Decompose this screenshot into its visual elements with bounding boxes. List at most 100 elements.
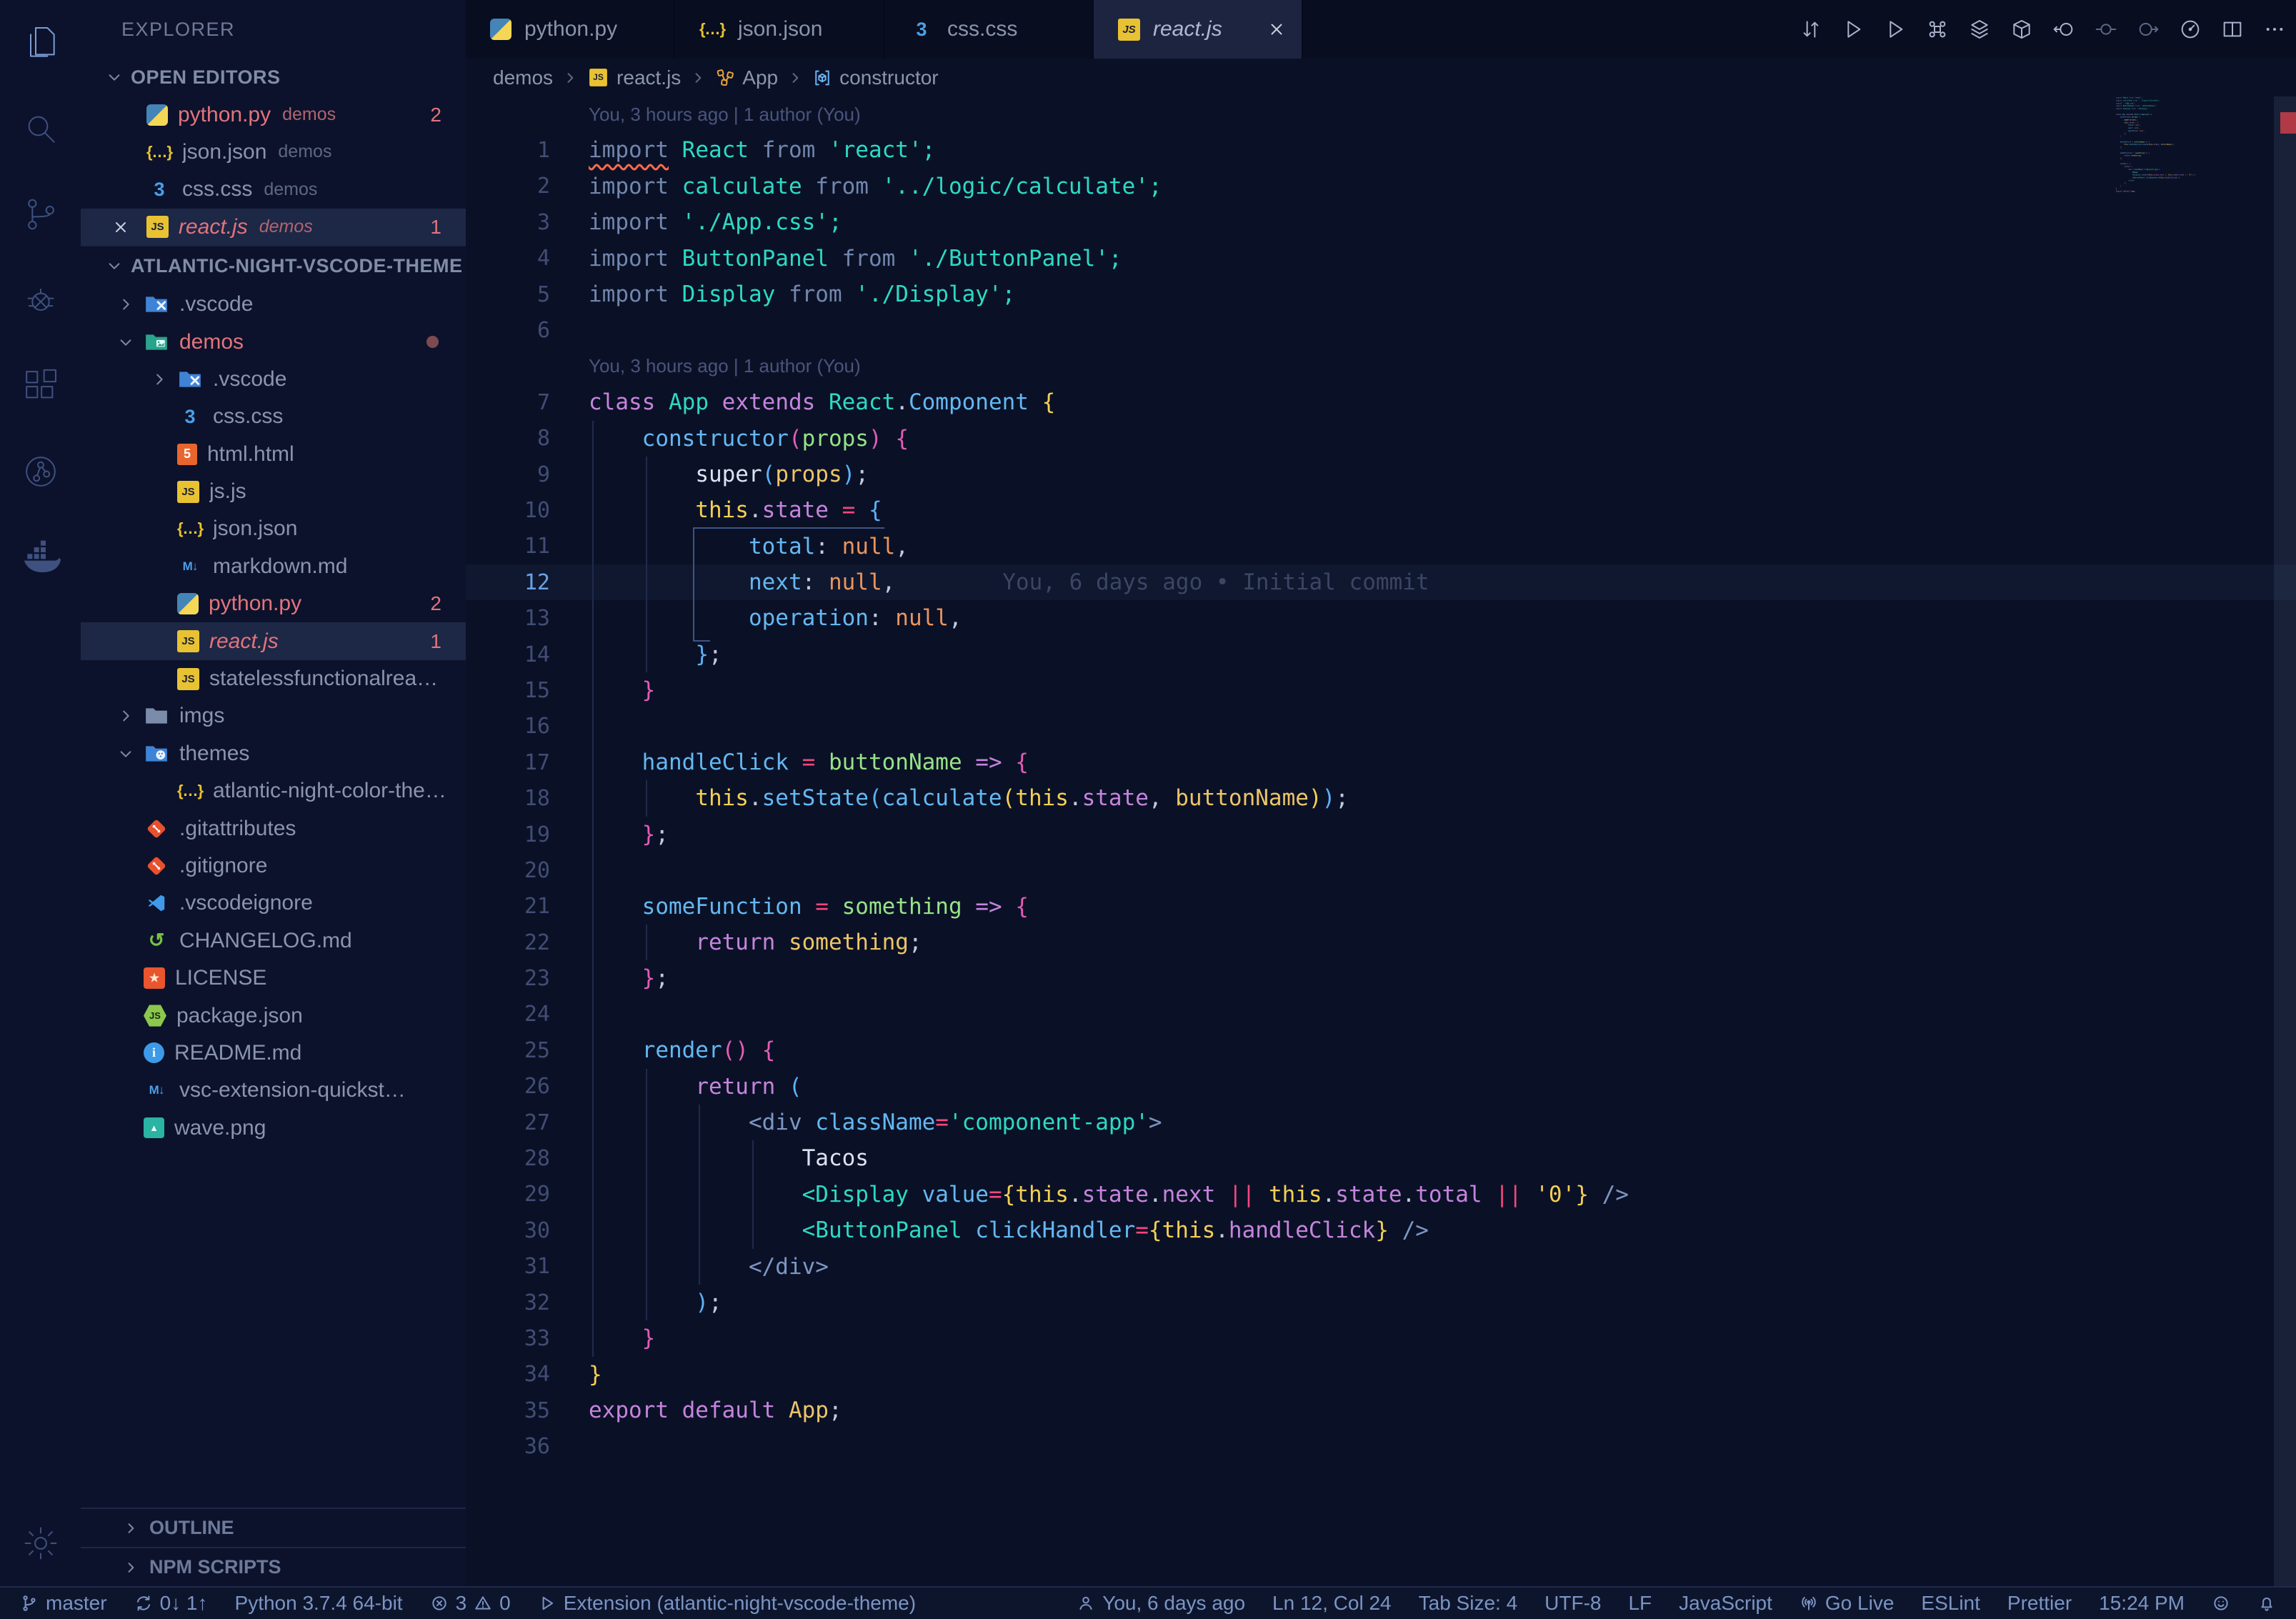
line-number[interactable]: 8 [466,426,550,451]
tree-item-react.js[interactable]: JS react.js 1 [81,622,466,660]
line-number[interactable]: 15 [466,678,550,703]
codelens-text[interactable]: You, 3 hours ago | 1 author (You) [589,104,861,126]
line-number[interactable]: 1 [466,138,550,163]
tab-css.css[interactable]: 3 css.css [884,0,1094,59]
line-number[interactable]: 28 [466,1146,550,1171]
activity-debug-icon[interactable] [0,257,81,343]
status-clock[interactable]: 15:24 PM [2099,1592,2185,1615]
codelens-text[interactable]: You, 3 hours ago | 1 author (You) [589,355,861,377]
status-encoding[interactable]: UTF-8 [1544,1592,1601,1615]
code-editor[interactable]: You, 3 hours ago | 1 author (You) 1 import… [466,96,2296,1586]
status-go-live[interactable]: Go Live [1800,1592,1894,1615]
activity-search-icon[interactable] [0,86,81,171]
panel-outline[interactable]: OUTLINE [81,1508,466,1547]
line-number[interactable]: 26 [466,1074,550,1099]
line-number[interactable]: 13 [466,606,550,631]
command-icon[interactable] [1926,18,1949,41]
line-number[interactable]: 7 [466,390,550,415]
nav-dash-icon[interactable] [2095,18,2117,41]
tree-item-LICENSE[interactable]: ★ LICENSE [81,960,466,997]
nav-back-icon[interactable] [2052,18,2075,41]
tree-item-atlantic-night-color-them...[interactable]: {…} atlantic-night-color-them... [81,772,466,810]
tree-item-themes[interactable]: themes [81,735,466,772]
close-icon[interactable] [1267,20,1286,39]
line-number[interactable]: 32 [466,1290,550,1315]
activity-docker-icon[interactable] [0,514,81,600]
tree-item-js.js[interactable]: JS js.js [81,473,466,510]
activity-remote-icon[interactable] [0,429,81,514]
line-number[interactable]: 21 [466,894,550,919]
open-editor-css.css[interactable]: 3 css.css demos [81,171,466,208]
split-icon[interactable] [2221,18,2244,41]
line-number[interactable]: 31 [466,1254,550,1279]
tree-item-vsc-extension-quickstart.md[interactable]: M↓ vsc-extension-quickstart.md [81,1072,466,1109]
panel-npm-scripts[interactable]: NPM SCRIPTS [81,1547,466,1586]
status-blame[interactable]: You, 6 days ago [1077,1592,1245,1615]
tree-item-package.json[interactable]: JS package.json [81,997,466,1034]
status-eol[interactable]: LF [1628,1592,1652,1615]
line-number[interactable]: 27 [466,1110,550,1135]
tab-json.json[interactable]: {…} json.json [675,0,884,59]
status-git-branch[interactable]: master [20,1592,107,1615]
breadcrumb-App[interactable]: App [715,66,778,89]
line-number[interactable]: 14 [466,642,550,667]
status-sync-changes[interactable]: 0↓ 1↑ [134,1592,208,1615]
tree-item-.vscode[interactable]: .vscode [81,361,466,398]
status-debug-target[interactable]: Extension (atlantic-night-vscode-theme) [538,1592,916,1615]
line-number[interactable]: 9 [466,462,550,487]
line-number[interactable]: 33 [466,1326,550,1351]
gauge-icon[interactable] [2179,18,2202,41]
tree-item-css.css[interactable]: 3 css.css [81,398,466,435]
line-number[interactable]: 22 [466,930,550,955]
run-icon[interactable] [1842,18,1865,41]
swap-icon[interactable] [1800,18,1822,41]
status-feedback[interactable] [2212,1594,2230,1613]
tree-item-html.html[interactable]: 5 html.html [81,436,466,473]
package-icon[interactable] [2010,18,2033,41]
line-number[interactable]: 3 [466,210,550,235]
line-number[interactable]: 17 [466,750,550,775]
line-number[interactable]: 18 [466,786,550,811]
tab-python.py[interactable]: python.py [466,0,675,59]
status-tab-size[interactable]: Tab Size: 4 [1419,1592,1518,1615]
breadcrumb-constructor[interactable]: constructor [812,66,939,89]
close-icon[interactable] [112,219,129,236]
tree-item-CHANGELOG.md[interactable]: ↺ CHANGELOG.md [81,922,466,960]
line-number[interactable]: 6 [466,318,550,343]
open-editor-react.js[interactable]: JS react.js demos 1 [81,208,466,246]
activity-explorer-icon[interactable] [0,0,81,86]
line-number[interactable]: 30 [466,1218,550,1243]
activity-settings-icon[interactable] [0,1500,81,1586]
workspace-header[interactable]: ATLANTIC-NIGHT-VSCODE-THEME [81,245,466,286]
line-number[interactable]: 25 [466,1038,550,1063]
tab-react.js[interactable]: JS react.js [1094,0,1303,59]
line-number[interactable]: 34 [466,1362,550,1387]
line-number[interactable]: 4 [466,246,550,271]
line-number[interactable]: 12 [466,570,550,595]
tree-item-README.md[interactable]: i README.md [81,1035,466,1072]
activity-extensions-icon[interactable] [0,343,81,429]
status-eslint[interactable]: ESLint [1921,1592,1980,1615]
breadcrumb-react.js[interactable]: JS react.js [587,66,681,89]
codelens[interactable]: You, 3 hours ago | 1 author (You) [466,96,2296,132]
line-number[interactable]: 16 [466,714,550,739]
more-icon[interactable] [2263,18,2286,41]
tree-item-imgs[interactable]: imgs [81,697,466,734]
line-number[interactable]: 2 [466,174,550,199]
tree-item-python.py[interactable]: python.py 2 [81,585,466,622]
codelens[interactable]: You, 3 hours ago | 1 author (You) [466,349,2296,384]
line-number[interactable]: 10 [466,498,550,523]
status-prettier[interactable]: Prettier [2007,1592,2072,1615]
line-number[interactable]: 11 [466,534,550,559]
nav-forward-icon[interactable] [2137,18,2160,41]
open-editor-json.json[interactable]: {…} json.json demos [81,134,466,171]
tree-item-statelessfunctionalreact.js[interactable]: JS statelessfunctionalreact.js [81,660,466,697]
editor-scrollbar[interactable] [2274,96,2296,1586]
status-problems[interactable]: 30 [430,1592,511,1615]
line-number[interactable]: 5 [466,282,550,307]
tree-item-.vscodeignore[interactable]: .vscodeignore [81,885,466,922]
breadcrumb-demos[interactable]: demos [493,66,553,89]
status-language-mode[interactable]: JavaScript [1679,1592,1772,1615]
tree-item-.gitattributes[interactable]: .gitattributes [81,810,466,847]
line-number[interactable]: 36 [466,1434,550,1459]
